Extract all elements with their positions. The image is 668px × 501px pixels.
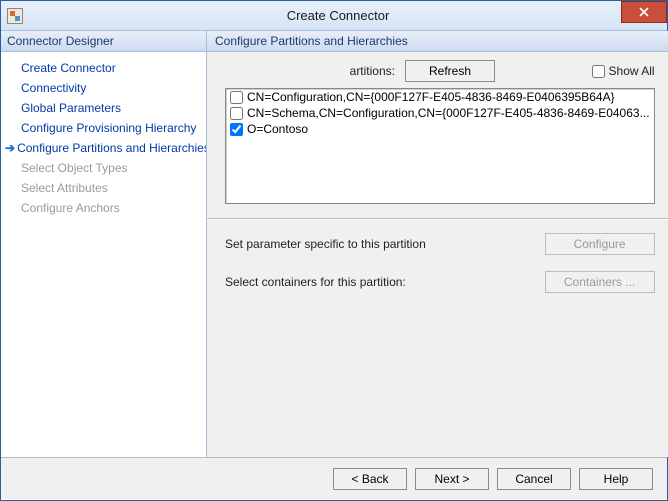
sidebar-item-label: Select Object Types [21, 161, 128, 175]
param-specific-label: Set parameter specific to this partition [225, 237, 545, 251]
list-item-checkbox[interactable] [230, 107, 243, 120]
sidebar-item-label: Global Parameters [21, 101, 121, 115]
sidebar-item-label: Configure Partitions and Hierarchies [17, 141, 206, 155]
show-all-checkbox[interactable]: Show All [592, 64, 655, 78]
sidebar-item-create-connector[interactable]: Create Connector [1, 58, 206, 78]
main-body: artitions: Refresh Show All CN=Configura… [207, 52, 668, 457]
sidebar: Connector Designer Create Connector Conn… [1, 31, 207, 457]
title-bar: Create Connector [1, 1, 667, 31]
nav-list: Create Connector Connectivity Global Par… [1, 52, 206, 457]
body-area: Connector Designer Create Connector Conn… [1, 31, 667, 457]
sidebar-item-label: Connectivity [21, 81, 86, 95]
param-row-containers: Select containers for this partition: Co… [225, 271, 655, 293]
list-item[interactable]: CN=Schema,CN=Configuration,CN={000F127F-… [226, 105, 654, 121]
list-item[interactable]: O=Contoso [226, 121, 654, 137]
param-section: Set parameter specific to this partition… [207, 219, 668, 309]
sidebar-header: Connector Designer [1, 31, 206, 52]
sidebar-item-provisioning-hierarchy[interactable]: Configure Provisioning Hierarchy [1, 118, 206, 138]
show-all-checkbox-input[interactable] [592, 65, 605, 78]
list-item-text: CN=Schema,CN=Configuration,CN={000F127F-… [247, 106, 650, 120]
show-all-label: Show All [609, 64, 655, 78]
sidebar-item-global-parameters[interactable]: Global Parameters [1, 98, 206, 118]
sidebar-item-label: Select Attributes [21, 181, 108, 195]
close-icon [639, 7, 649, 17]
refresh-button[interactable]: Refresh [405, 60, 495, 82]
back-button[interactable]: < Back [333, 468, 407, 490]
help-button[interactable]: Help [579, 468, 653, 490]
list-item[interactable]: CN=Configuration,CN={000F127F-E405-4836-… [226, 89, 654, 105]
list-item-text: O=Contoso [247, 122, 308, 136]
sidebar-item-label: Configure Anchors [21, 201, 120, 215]
list-item-checkbox[interactable] [230, 91, 243, 104]
partitions-listbox[interactable]: CN=Configuration,CN={000F127F-E405-4836-… [225, 88, 655, 204]
containers-button[interactable]: Containers ... [545, 271, 655, 293]
main-panel: Configure Partitions and Hierarchies art… [207, 31, 668, 457]
window-title: Create Connector [29, 8, 667, 23]
sidebar-item-partitions-hierarchies[interactable]: ➔ Configure Partitions and Hierarchies [1, 138, 206, 158]
main-header: Configure Partitions and Hierarchies [207, 31, 668, 52]
param-containers-label: Select containers for this partition: [225, 275, 545, 289]
sidebar-item-attributes: Select Attributes [1, 178, 206, 198]
partitions-label: artitions: [225, 64, 395, 78]
cancel-button[interactable]: Cancel [497, 468, 571, 490]
next-button[interactable]: Next > [415, 468, 489, 490]
app-icon [7, 8, 23, 24]
footer: < Back Next > Cancel Help [1, 457, 667, 500]
current-step-arrow-icon: ➔ [5, 141, 15, 155]
sidebar-item-anchors: Configure Anchors [1, 198, 206, 218]
list-item-checkbox[interactable] [230, 123, 243, 136]
sidebar-item-label: Configure Provisioning Hierarchy [21, 121, 196, 135]
top-controls: artitions: Refresh Show All [207, 52, 668, 88]
sidebar-item-object-types: Select Object Types [1, 158, 206, 178]
list-item-text: CN=Configuration,CN={000F127F-E405-4836-… [247, 90, 615, 104]
configure-button[interactable]: Configure [545, 233, 655, 255]
window-frame: Create Connector Connector Designer Crea… [0, 0, 668, 501]
sidebar-item-label: Create Connector [21, 61, 116, 75]
sidebar-item-connectivity[interactable]: Connectivity [1, 78, 206, 98]
close-button[interactable] [621, 1, 667, 23]
param-row-specific: Set parameter specific to this partition… [225, 233, 655, 255]
